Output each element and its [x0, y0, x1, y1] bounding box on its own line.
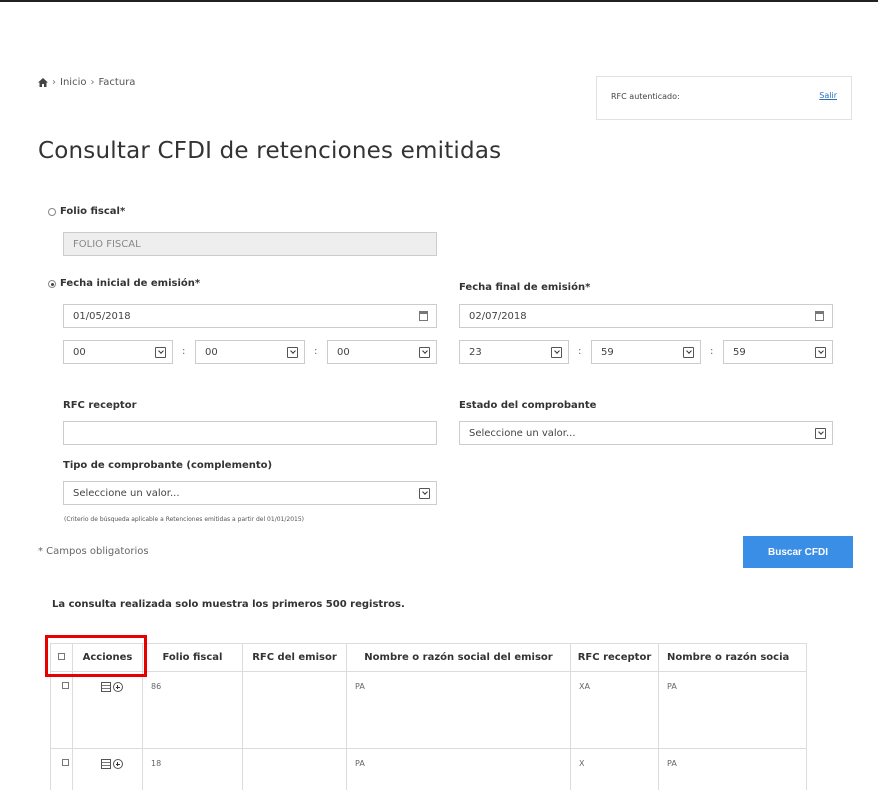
chevron-down-icon — [815, 347, 826, 358]
breadcrumb: › Inicio › Factura — [38, 77, 135, 88]
chevron-down-icon — [155, 347, 166, 358]
segundo-final-select[interactable]: 59 — [723, 340, 833, 364]
chevron-down-icon — [551, 347, 562, 358]
row-actions — [72, 671, 143, 749]
download-icon[interactable] — [112, 759, 123, 769]
nombre-emisor-cell: PA — [346, 748, 571, 790]
nombre-receptor-cell: PA — [658, 671, 807, 749]
breadcrumb-separator: › — [52, 77, 56, 88]
rfc-receptor-cell: XA — [570, 671, 659, 749]
folio-fiscal-label: Folio fiscal* — [60, 206, 126, 217]
table-row: 18 PA X PA — [50, 748, 807, 790]
column-header: RFC del emisor — [242, 643, 347, 672]
row-checkbox-cell — [50, 748, 73, 790]
select-all-checkbox[interactable] — [58, 653, 65, 660]
session-panel: RFC autenticado: Salir — [596, 76, 852, 120]
nombre-receptor-cell: PA — [658, 748, 807, 790]
rfc-authenticated-label: RFC autenticado: — [611, 92, 680, 101]
home-icon[interactable] — [38, 78, 48, 87]
search-criteria-note: (Criterio de búsqueda aplicable a Retenc… — [64, 516, 304, 523]
column-header: Folio fiscal — [142, 643, 243, 672]
minuto-inicial-select[interactable]: 00 — [195, 340, 305, 364]
minuto-final-value: 59 — [601, 346, 614, 358]
rfc-receptor-input[interactable] — [63, 421, 437, 445]
table-row: 86 PA XA PA — [50, 671, 807, 749]
segundo-inicial-value: 00 — [337, 346, 350, 358]
column-header: RFC receptor — [570, 643, 659, 672]
table-header-row: Acciones Folio fiscal RFC del emisor Nom… — [50, 643, 807, 672]
chevron-down-icon — [287, 347, 298, 358]
fecha-emision-radio[interactable] — [48, 280, 56, 288]
fecha-inicial-input[interactable]: 01/05/2018 — [63, 304, 437, 328]
estado-label: Estado del comprobante — [459, 400, 597, 411]
minuto-inicial-value: 00 — [205, 346, 218, 358]
estado-select[interactable]: Seleccione un valor... — [459, 421, 833, 445]
page-title: Consultar CFDI de retenciones emitidas — [38, 138, 502, 164]
fecha-final-value: 02/07/2018 — [469, 310, 527, 322]
nombre-emisor-cell: PA — [346, 671, 571, 749]
time-separator: : — [182, 346, 186, 357]
row-actions — [72, 748, 143, 790]
time-separator: : — [314, 346, 318, 357]
results-notice: La consulta realizada solo muestra los p… — [52, 599, 405, 610]
top-border — [0, 0, 878, 2]
rfc-emisor-cell — [242, 671, 347, 749]
folio-cell: 18 — [142, 748, 243, 790]
fecha-inicial-label: Fecha inicial de emisión* — [60, 278, 201, 289]
tipo-comprobante-select[interactable]: Seleccione un valor... — [63, 481, 437, 505]
tipo-comprobante-value: Seleccione un valor... — [73, 487, 180, 499]
select-all-checkbox-cell — [50, 643, 73, 672]
minuto-final-select[interactable]: 59 — [591, 340, 701, 364]
folio-fiscal-radio[interactable] — [48, 208, 56, 216]
rfc-receptor-cell: X — [570, 748, 659, 790]
hora-inicial-value: 00 — [73, 346, 86, 358]
hora-inicial-select[interactable]: 00 — [63, 340, 173, 364]
row-checkbox[interactable] — [62, 682, 69, 689]
fecha-inicial-value: 01/05/2018 — [73, 310, 131, 322]
document-icon[interactable] — [100, 759, 111, 769]
download-icon[interactable] — [112, 682, 123, 692]
row-checkbox[interactable] — [62, 759, 69, 766]
rfc-emisor-cell — [242, 748, 347, 790]
breadcrumb-separator: › — [90, 77, 95, 88]
calendar-icon[interactable] — [815, 311, 824, 321]
breadcrumb-inicio[interactable]: Inicio — [60, 77, 86, 88]
logout-link[interactable]: Salir — [819, 91, 837, 100]
hora-final-value: 23 — [469, 346, 482, 358]
rfc-receptor-label: RFC receptor — [63, 400, 137, 411]
folio-fiscal-input[interactable]: FOLIO FISCAL — [63, 232, 437, 256]
column-header: Acciones — [72, 643, 143, 672]
document-icon[interactable] — [100, 682, 111, 692]
results-table: Acciones Folio fiscal RFC del emisor Nom… — [50, 643, 807, 790]
fecha-final-input[interactable]: 02/07/2018 — [459, 304, 833, 328]
row-checkbox-cell — [50, 671, 73, 749]
fecha-final-label: Fecha final de emisión* — [459, 282, 591, 293]
breadcrumb-factura: Factura — [98, 77, 136, 88]
chevron-down-icon — [683, 347, 694, 358]
required-fields-note: * Campos obligatorios — [38, 546, 149, 557]
folio-cell: 86 — [142, 671, 243, 749]
calendar-icon[interactable] — [419, 311, 428, 321]
buscar-cfdi-button[interactable]: Buscar CFDI — [743, 536, 853, 568]
tipo-comprobante-label: Tipo de comprobante (complemento) — [63, 460, 273, 471]
segundo-inicial-select[interactable]: 00 — [327, 340, 437, 364]
hora-final-select[interactable]: 23 — [459, 340, 569, 364]
column-header: Nombre o razón socia — [658, 643, 807, 672]
column-header: Nombre o razón social del emisor — [346, 643, 571, 672]
chevron-down-icon — [419, 488, 430, 499]
estado-value: Seleccione un valor... — [469, 427, 576, 439]
chevron-down-icon — [815, 428, 826, 439]
segundo-final-value: 59 — [733, 346, 746, 358]
time-separator: : — [710, 346, 714, 357]
chevron-down-icon — [419, 347, 430, 358]
time-separator: : — [578, 346, 582, 357]
